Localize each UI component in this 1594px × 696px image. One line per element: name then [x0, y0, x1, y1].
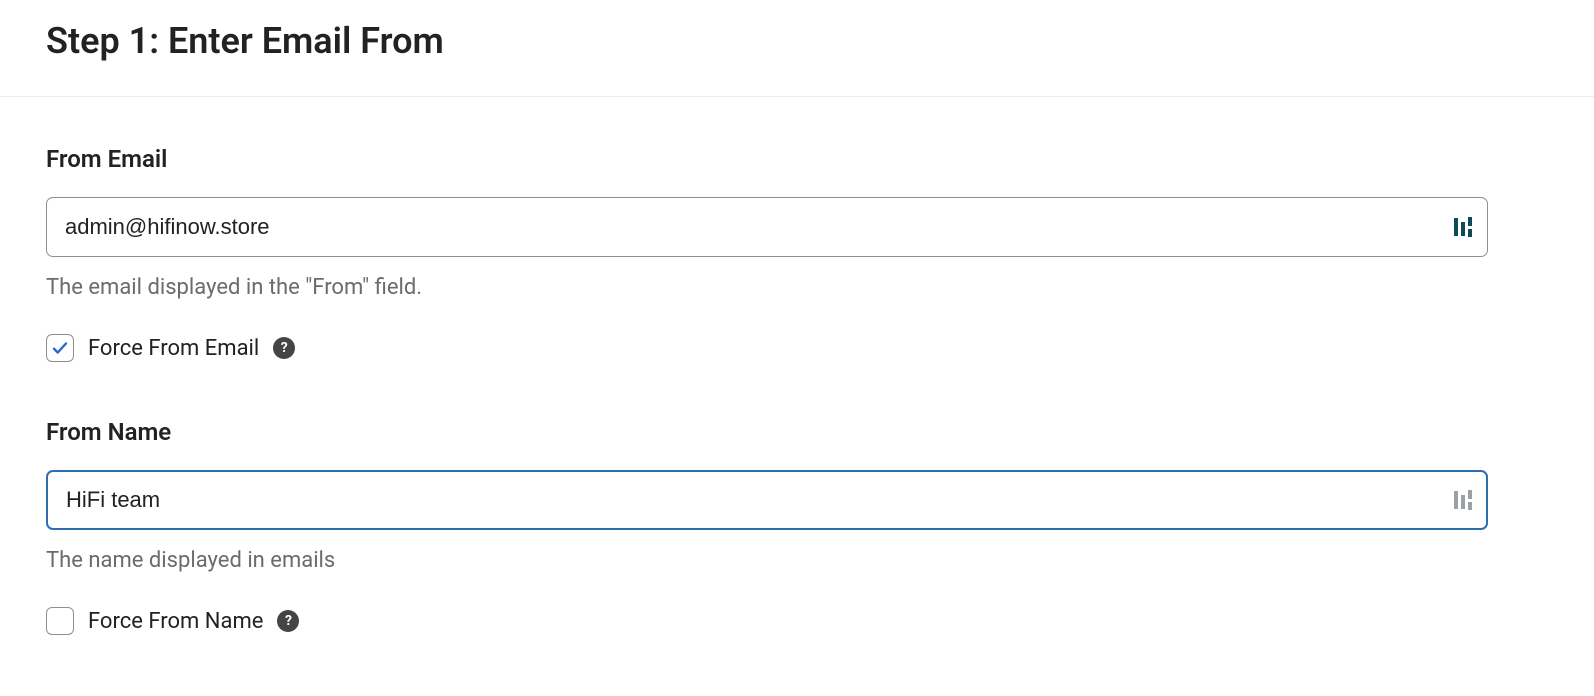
from-email-input-wrap: [46, 197, 1488, 257]
from-name-input-wrap: [46, 470, 1488, 530]
from-email-helper: The email displayed in the "From" field.: [46, 275, 1502, 300]
force-from-name-row: Force From Name ?: [46, 607, 1502, 635]
page-header: Step 1: Enter Email From: [0, 0, 1594, 97]
form-container: From Email The email displayed in the "F…: [0, 97, 1548, 675]
force-from-email-label: Force From Email: [88, 336, 259, 361]
from-name-block: From Name The name displayed in emails F…: [46, 418, 1502, 635]
force-from-email-checkbox[interactable]: [46, 334, 74, 362]
force-from-name-label: Force From Name: [88, 609, 263, 634]
dashlane-icon[interactable]: [1452, 216, 1474, 238]
from-name-input[interactable]: [46, 470, 1488, 530]
step-title: Step 1: Enter Email From: [46, 20, 1548, 62]
dashlane-icon[interactable]: [1452, 489, 1474, 511]
force-from-name-checkbox[interactable]: [46, 607, 74, 635]
force-from-email-row: Force From Email ?: [46, 334, 1502, 362]
from-name-helper: The name displayed in emails: [46, 548, 1502, 573]
from-email-input[interactable]: [46, 197, 1488, 257]
from-email-label: From Email: [46, 145, 1502, 173]
from-email-block: From Email The email displayed in the "F…: [46, 145, 1502, 362]
help-icon[interactable]: ?: [277, 610, 299, 632]
help-icon[interactable]: ?: [273, 337, 295, 359]
from-name-label: From Name: [46, 418, 1502, 446]
